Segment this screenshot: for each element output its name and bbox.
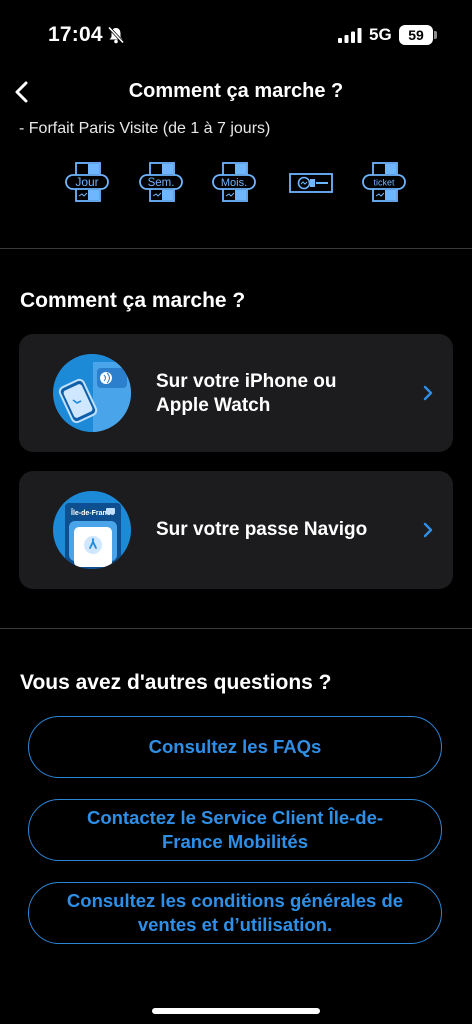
- pass-subtitle: - Forfait Paris Visite (de 1 à 7 jours): [19, 120, 271, 137]
- ticket-types-row: Jour Sem. Mois. ticket: [0, 160, 472, 210]
- navigo-card[interactable]: Île-de-France Sur votre passe Navigo: [19, 471, 453, 589]
- status-time: 17:04: [48, 23, 103, 46]
- navigo-label: Sur votre passe Navigo: [156, 519, 368, 540]
- chevron-right-icon: [423, 522, 433, 538]
- card-icon: [288, 160, 334, 206]
- pass-week-icon: Sem.: [138, 160, 184, 206]
- terms-conditions-button[interactable]: Consultez les conditions générales de ve…: [28, 882, 442, 944]
- iphone-watch-card[interactable]: Sur votre iPhone ou Apple Watch: [19, 334, 453, 452]
- iphone-watch-icon: [53, 354, 131, 432]
- section-divider: [0, 248, 472, 249]
- chevron-right-icon: [423, 385, 433, 401]
- battery-icon: 59: [399, 25, 433, 45]
- battery-tip: [434, 31, 437, 39]
- network-label: 5G: [369, 25, 392, 44]
- home-indicator: [152, 1008, 320, 1014]
- status-bar: 17:04 5G 59: [0, 0, 472, 62]
- questions-section-title: Vous avez d'autres questions ?: [20, 671, 332, 694]
- ticket-icon: ticket: [361, 160, 407, 206]
- pass-month-icon: Mois.: [211, 160, 257, 206]
- iphone-watch-label: Sur votre iPhone ou Apple Watch: [156, 371, 337, 416]
- faq-button[interactable]: Consultez les FAQs: [28, 716, 442, 778]
- signal-icon: [338, 28, 362, 43]
- ticket-label: Sem.: [148, 177, 175, 189]
- navigo-pass-icon: Île-de-France: [53, 491, 131, 569]
- section-divider: [0, 628, 472, 629]
- ticket-label: ticket: [373, 178, 395, 188]
- pass-day-icon: Jour: [64, 160, 110, 206]
- ticket-label: Mois.: [221, 177, 247, 189]
- page-title: Comment ça marche ?: [128, 80, 344, 102]
- bell-muted-icon: [107, 26, 125, 44]
- ticket-label: Jour: [75, 175, 98, 189]
- how-section-title: Comment ça marche ?: [20, 289, 246, 312]
- contact-service-button[interactable]: Contactez le Service Client Île-de- Fran…: [28, 799, 442, 861]
